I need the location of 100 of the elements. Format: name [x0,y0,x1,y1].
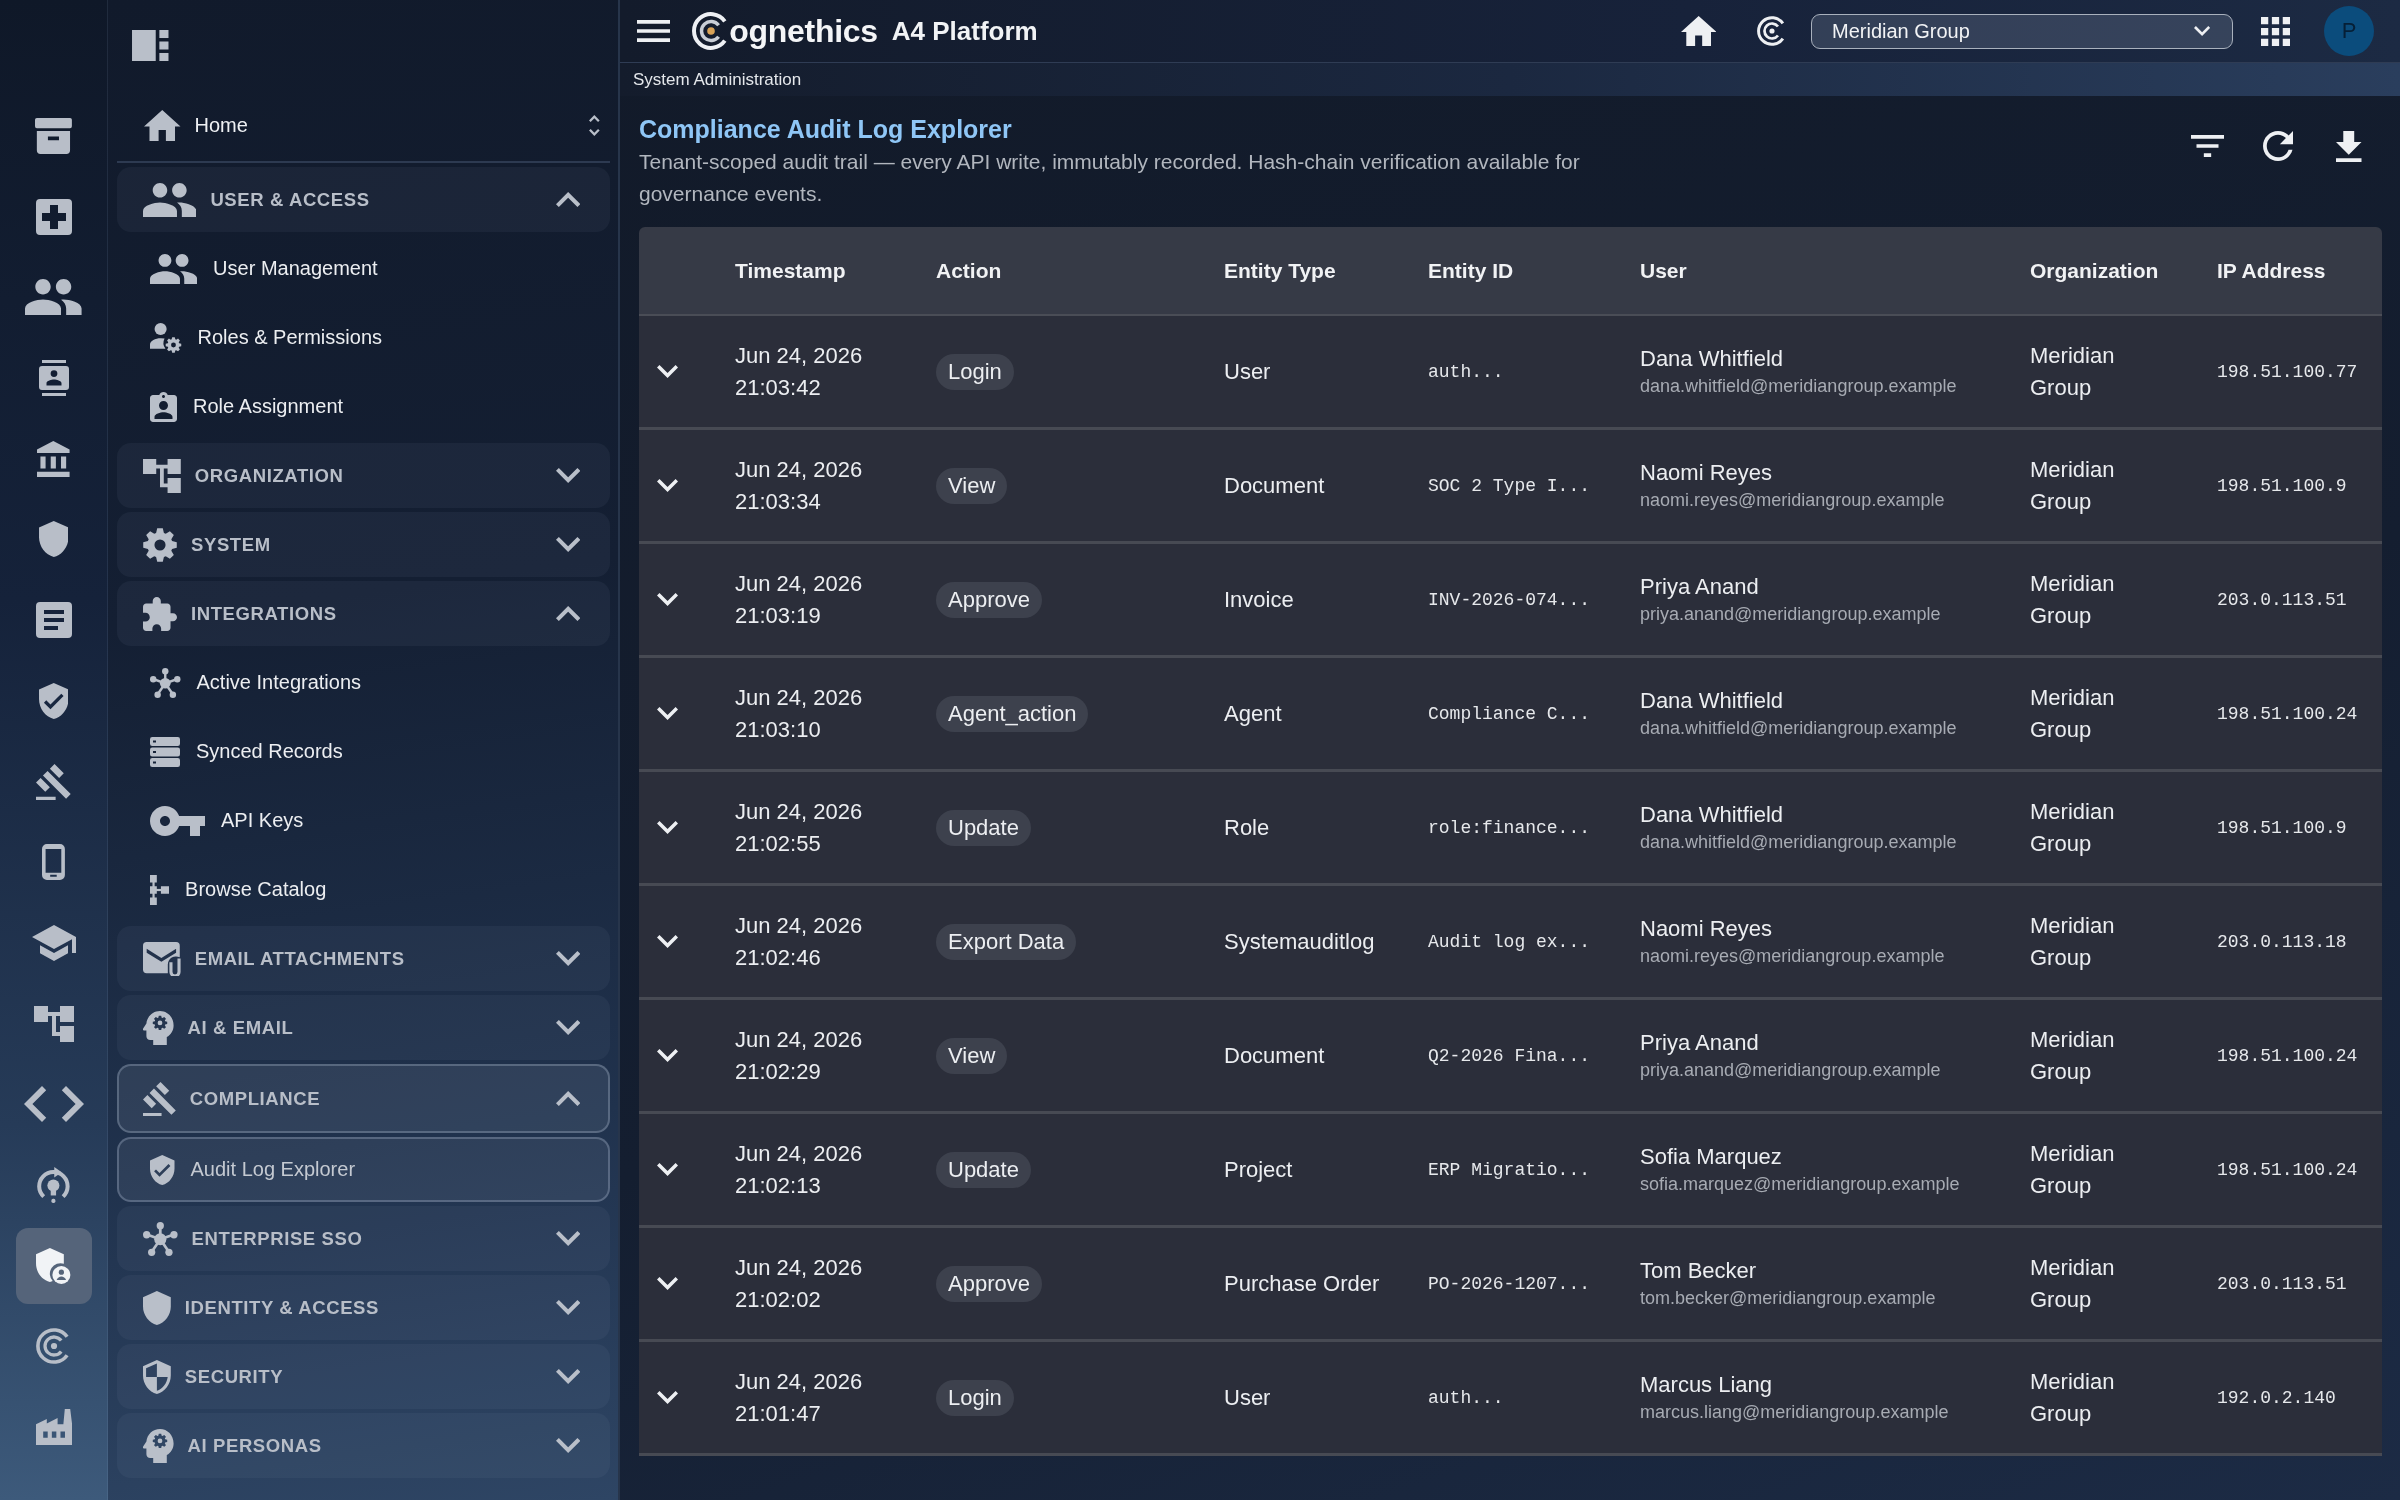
graduation-cap-icon [31,924,76,961]
nav-group-header[interactable]: IDENTITY & ACCESS [117,1275,610,1340]
chevron-down-icon [555,1020,580,1035]
ip-address-cell: 198.51.100.77 [2217,361,2358,382]
nav-group-header[interactable]: SECURITY [117,1344,610,1409]
action-chip: Approve [936,1265,1042,1302]
entity-id-cell: auth... [1428,361,1504,382]
brand-name: ognethics [729,12,878,50]
people-icon [25,279,82,316]
action-chip: Approve [936,581,1042,618]
timestamp-cell-text: Jun 24, 2026 21:03:42 [735,341,864,402]
apps-grid-icon [2261,16,2290,46]
user-name: Sofia Marquez [1640,1143,1782,1171]
expand-row-button[interactable] [657,479,679,492]
people-icon [150,253,198,284]
user-name: Naomi Reyes [1640,459,1773,487]
expand-row-button[interactable] [657,707,679,720]
action-chip: Agent_action [936,695,1089,732]
user-name: Priya Anand [1640,573,1759,601]
chevron-down-icon [657,1163,679,1176]
column-header: Organization [2030,258,2160,283]
nav-group-header[interactable]: ORGANIZATION [117,443,610,508]
ip-address-cell: 198.51.100.24 [2217,703,2358,724]
panel-icon [132,29,169,61]
entity-id-cell: role:finance... [1428,817,1591,838]
nav-item[interactable]: Role Assignment [117,374,610,439]
chevron-down-icon [657,1391,679,1404]
expand-row-button[interactable] [657,593,679,606]
hierarchy-icon [33,1005,74,1042]
platform-button[interactable] [1757,16,1786,46]
nav-group-header[interactable]: ENTERPRISE SSO [117,1206,610,1271]
timestamp-cell-text: Jun 24, 2026 21:02:29 [735,1025,864,1086]
nav-group-header[interactable]: AI & EMAIL [117,995,610,1060]
nav-group-header[interactable]: SYSTEM [117,512,610,577]
nav-group-header[interactable]: AI PERSONAS [117,1413,610,1478]
user-name: Dana Whitfield [1640,687,1784,715]
expand-row-button[interactable] [657,1277,679,1290]
entity-type-cell: Purchase Order [1224,1270,1380,1297]
shield-half-icon [143,1359,171,1394]
expand-row-button[interactable] [657,1049,679,1062]
sidebar-toggle-button[interactable] [132,29,169,61]
user-name: Naomi Reyes [1640,915,1773,943]
nav-item[interactable]: User Management [117,236,610,301]
expand-row-button[interactable] [657,935,679,948]
nav-item[interactable]: Roles & Permissions [117,305,610,370]
user-name: Dana Whitfield [1640,345,1784,373]
ip-address-cell: 192.0.2.140 [2217,1387,2336,1408]
product-name: A4 Platform [891,15,1038,47]
user-email: dana.whitfield@meridiangroup.example [1640,717,1957,740]
medical-cross-icon [35,198,72,235]
nav-group-header[interactable]: USER & ACCESS [117,167,610,232]
mail-attachment-icon [143,941,181,976]
chevron-down-icon [657,365,679,378]
ip-address-cell: 198.51.100.9 [2217,475,2347,496]
user-email: priya.anand@meridiangroup.example [1640,603,1941,626]
chevron-down-icon [555,951,580,966]
entity-type-cell: User [1224,358,1271,385]
nav-item[interactable]: Browse Catalog [117,857,610,922]
chevron-down-icon [657,593,679,606]
organization-cell-text: Meridian Group [2030,1253,2116,1314]
refresh-icon [2262,131,2294,161]
apps-button[interactable] [2261,16,2290,46]
organization-select[interactable]: Meridian Group [1811,13,2233,49]
nav-group-header[interactable]: EMAIL ATTACHMENTS [117,926,610,991]
document-icon [35,602,72,639]
organization-cell-text: Meridian Group [2030,455,2116,516]
nav-group-header[interactable]: COMPLIANCE [117,1064,610,1133]
entity-type-cell: User [1224,1384,1271,1411]
expand-row-button[interactable] [657,365,679,378]
nav-item[interactable]: Synced Records [117,719,610,784]
organization-cell-text: Meridian Group [2030,1025,2116,1086]
entity-type-cell: Project [1224,1156,1293,1183]
expand-row-button[interactable] [657,1163,679,1176]
organization-cell-text: Meridian Group [2030,683,2116,744]
bank-icon [37,440,70,477]
rail-button[interactable] [15,1227,92,1304]
entity-id-cell: ERP Migratio... [1428,1159,1591,1180]
user-email: dana.whitfield@meridiangroup.example [1640,375,1957,398]
chevron-down-icon [657,821,679,834]
timestamp-cell-text: Jun 24, 2026 21:03:19 [735,569,864,630]
user-email: naomi.reyes@meridiangroup.example [1640,489,1945,512]
home-icon [144,110,181,141]
entity-id-cell: PO-2026-1207... [1428,1273,1591,1294]
expand-row-button[interactable] [657,821,679,834]
ip-address-cell: 198.51.100.24 [2217,1159,2358,1180]
page-description: Tenant-scoped audit trail — every API write, immutably recorded. Hash-chain verification available for governance events. [639,149,1581,207]
entity-id-cell: Audit log ex... [1428,931,1591,952]
shield-icon [38,521,69,558]
nav-item[interactable]: Audit Log Explorer [117,1137,610,1202]
nav-item[interactable]: Active Integrations [117,650,610,715]
organization-cell-text: Meridian Group [2030,911,2116,972]
nav-item[interactable]: API Keys [117,788,610,853]
nav-group-header[interactable]: INTEGRATIONS [117,581,610,646]
timestamp-cell-text: Jun 24, 2026 21:01:47 [735,1367,864,1428]
expand-row-button[interactable] [657,1391,679,1404]
home-nav-item[interactable]: Home [117,90,610,163]
menu-button[interactable] [637,20,670,42]
home-button[interactable] [1681,16,1717,46]
action-chip: View [936,1037,1008,1074]
shield-icon [143,1290,171,1325]
